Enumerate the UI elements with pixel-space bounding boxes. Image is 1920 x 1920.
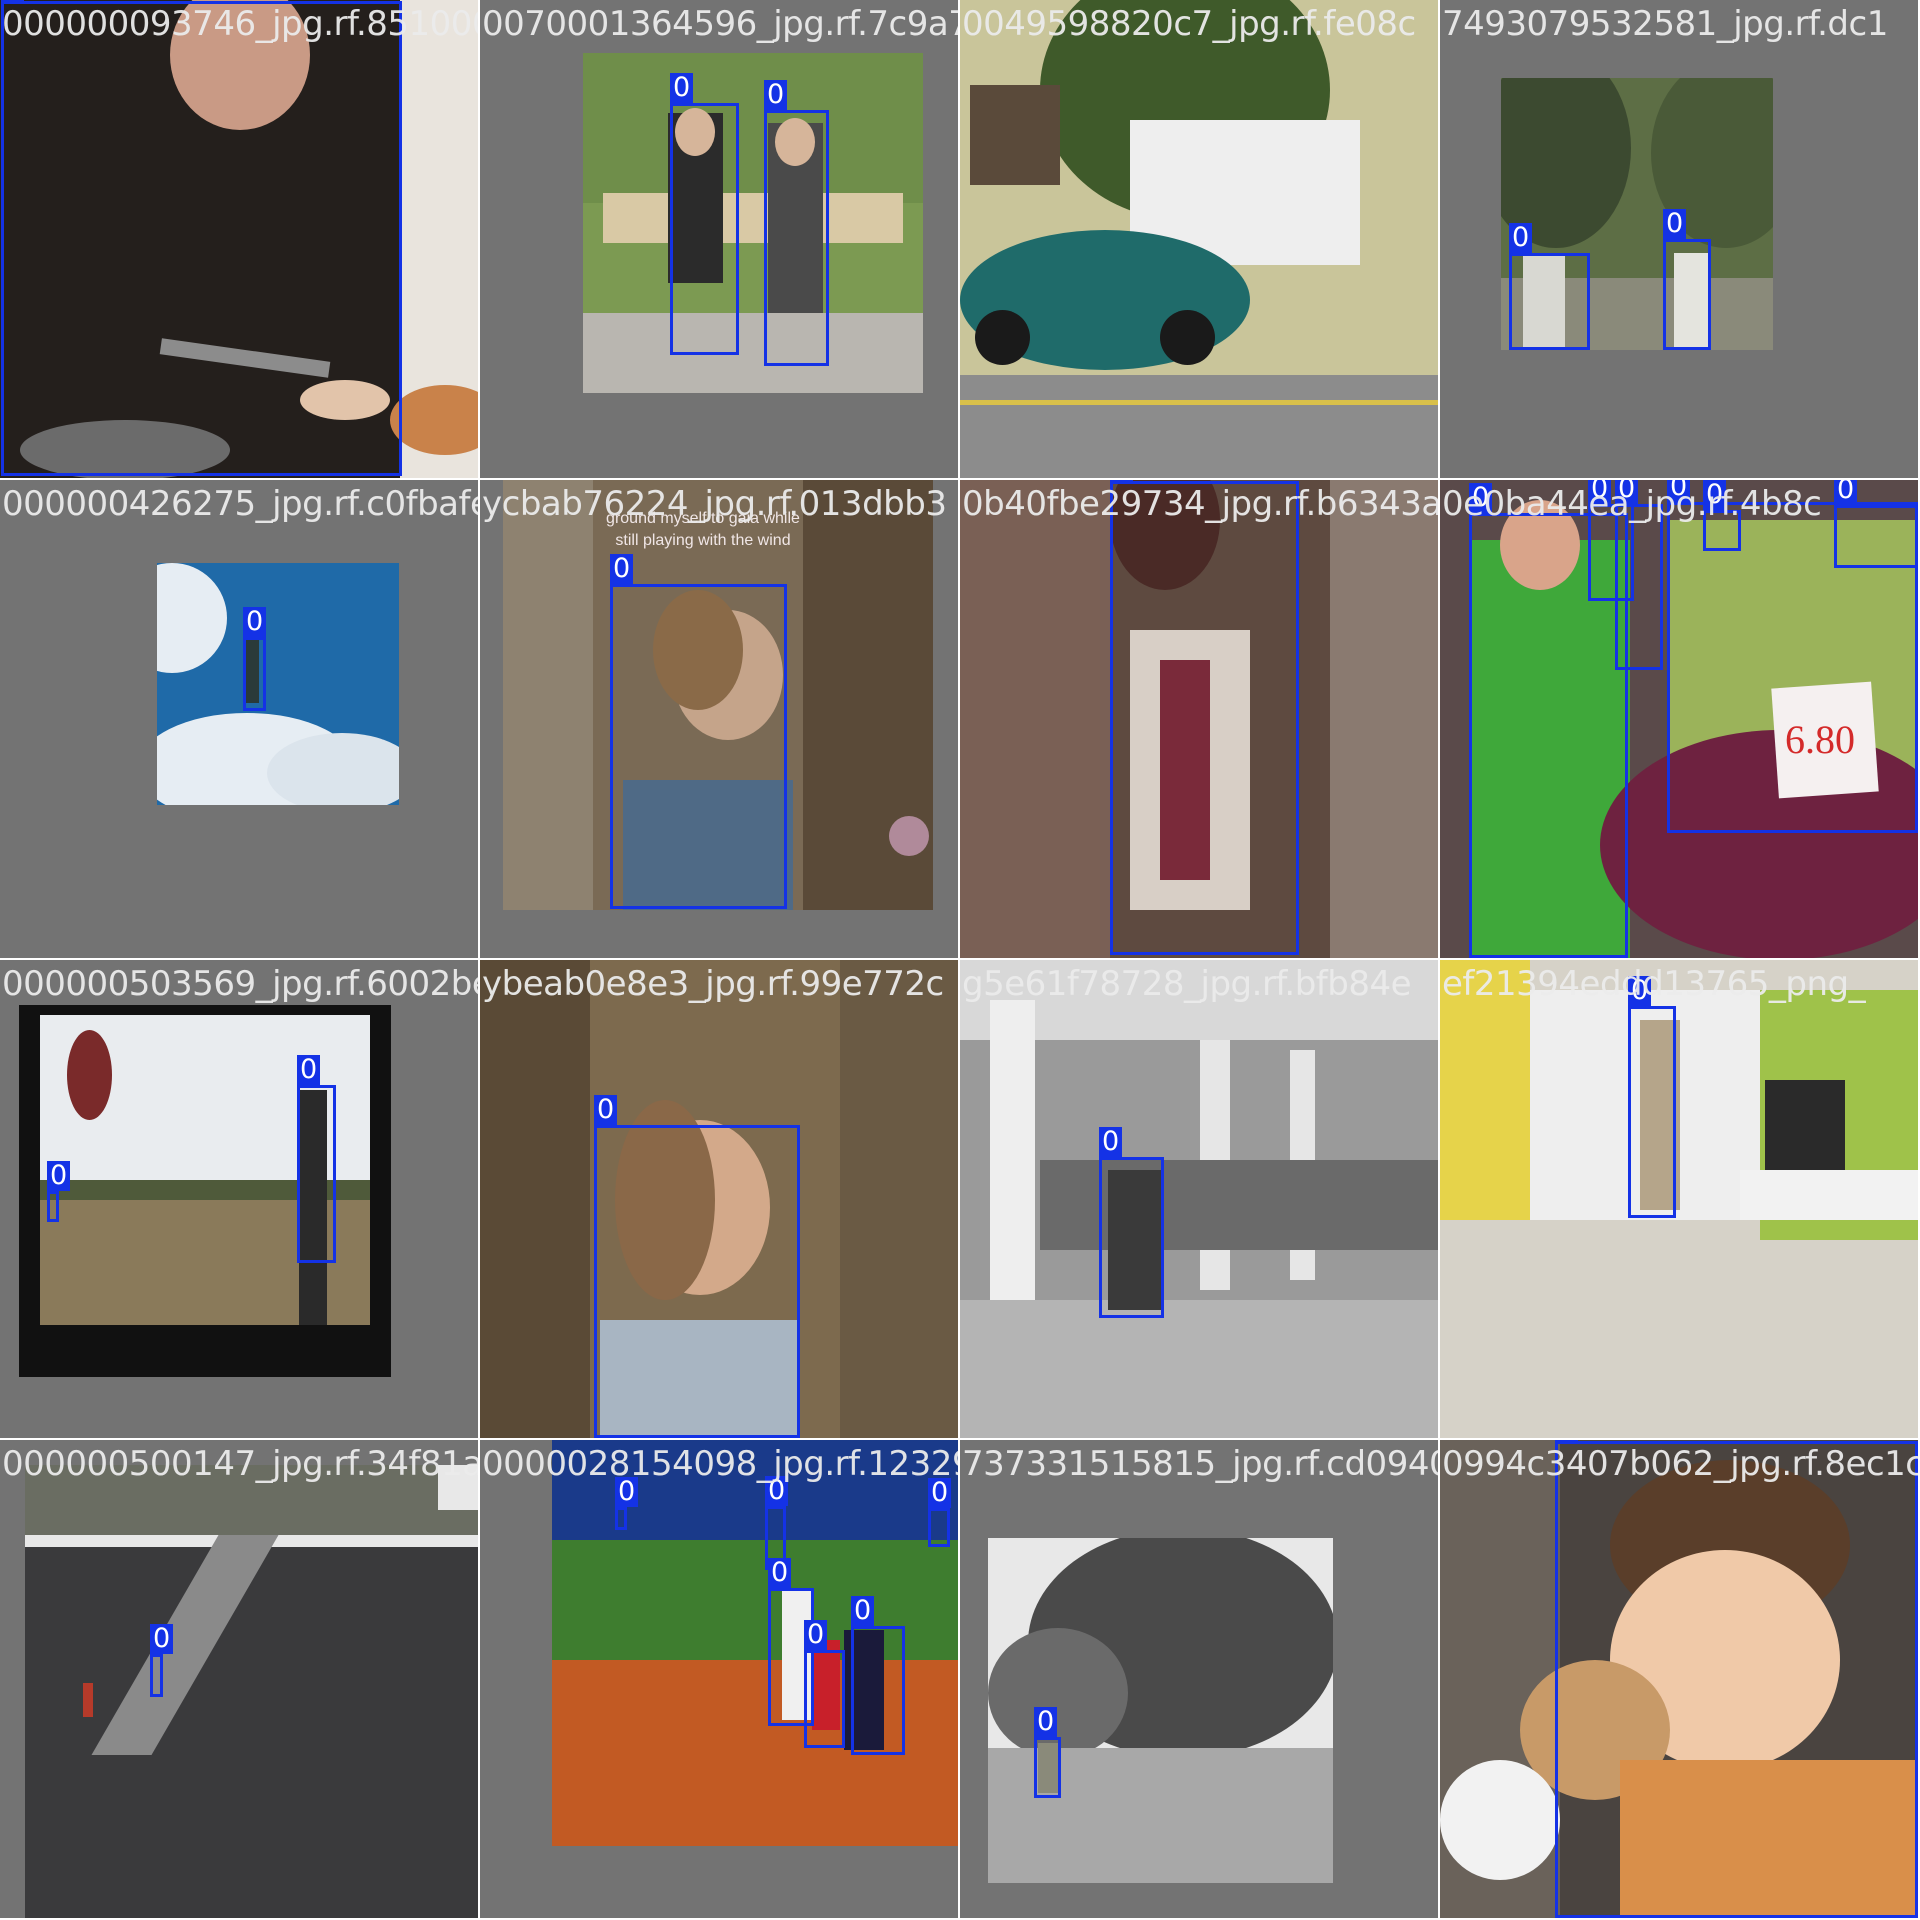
class-label: 0 (594, 1095, 618, 1125)
class-label: 0 (670, 73, 694, 103)
person-bounding-box: 0 (610, 554, 787, 909)
image-filename: 000000500147_jpg.rf.34f81a (2, 1444, 478, 1484)
mosaic-tile: 0049598820c7_jpg.rf.fe08c (960, 0, 1438, 478)
class-label: 0 (47, 1161, 71, 1191)
person-bounding-box: 0 (1, 0, 402, 476)
mosaic-tile: 0 737331515815_jpg.rf.cd0940 (960, 1440, 1438, 1918)
class-label: 0 (1099, 1127, 1123, 1157)
class-label: 0 (764, 80, 788, 110)
image-filename: ybeab0e8e3_jpg.rf.99e772c (482, 964, 944, 1004)
class-label: 0 (1034, 1707, 1058, 1737)
class-label: 0 (851, 1596, 875, 1626)
person-bounding-box: 0 (594, 1095, 800, 1438)
mosaic-tile: 0 0 0 0 0 0 0000028154098_jpg.rf.12329 (480, 1440, 958, 1918)
person-bounding-box: 0 (1034, 1707, 1061, 1798)
person-bounding-box: 0 (928, 1478, 952, 1547)
office-hallway-photo (1440, 960, 1918, 1438)
image-filename: 0994c3407b062_jpg.rf.8ec1c (1442, 1444, 1918, 1484)
mosaic-tile: 0 ybeab0e8e3_jpg.rf.99e772c (480, 960, 958, 1438)
mosaic-tile: 0 0 0070001364596_jpg.rf.7c9a7 (480, 0, 958, 478)
image-filename: 0049598820c7_jpg.rf.fe08c (962, 4, 1416, 44)
person-bounding-box: 0 (1663, 209, 1711, 350)
class-label: 0 (768, 1558, 792, 1588)
mosaic-tile: 0 0 7493079532581_jpg.rf.dc1 (1440, 0, 1918, 478)
person-bounding-box: 0 (1615, 480, 1663, 670)
class-label: 0 (1834, 480, 1858, 505)
person-bounding-box: 0 (851, 1596, 905, 1755)
person-bounding-box: 0 (150, 1624, 174, 1697)
skier-in-sky-photo (157, 563, 399, 805)
person-bounding-box: 0 (1509, 223, 1590, 350)
top-clips-watermark (889, 816, 929, 856)
class-label: 0 (1555, 1440, 1579, 1441)
mosaic-tile: 0 g5e61f78728_jpg.rf.bfb84e (960, 960, 1438, 1438)
person-bounding-box: 0 (764, 80, 829, 366)
person-bounding-box: 0 (1628, 976, 1676, 1218)
porch-walkway-photo (960, 960, 1438, 1438)
image-filename: 000000093746_jpg.rf.8510001 (2, 4, 478, 44)
mosaic-tile: 0 0 000000503569_jpg.rf.6002be (0, 960, 478, 1438)
person-bounding-box: 0 (243, 607, 267, 711)
mosaic-tile: ground myself to gaia while still playin… (480, 480, 958, 958)
mosaic-tile: 0 ef21394eddd13765_png_ (1440, 960, 1918, 1438)
image-filename: 000000503569_jpg.rf.6002be (2, 964, 478, 1004)
image-filename: 0070001364596_jpg.rf.7c9a7 (482, 4, 958, 44)
image-filename: g5e61f78728_jpg.rf.bfb84e (962, 964, 1412, 1004)
green-car-street-photo (960, 0, 1438, 478)
photo-caption-line: still playing with the wind (615, 532, 791, 549)
two-women-on-bench-photo (583, 53, 923, 393)
class-label: 0 (150, 1624, 174, 1654)
person-bounding-box: 0 (670, 73, 739, 355)
image-filename: 0e0ba44ea_jpg.rf.4b8c (1442, 484, 1822, 524)
person-bounding-box: 0 (1834, 480, 1918, 568)
mosaic-tile: 0 000000093746_jpg.rf.8510001 (0, 0, 478, 478)
class-label: 0 (610, 554, 634, 584)
class-label: 0 (297, 1055, 321, 1085)
detection-mosaic: 0 000000093746_jpg.rf.8510001 0 0 007000… (0, 0, 1920, 1920)
class-label: 0 (1110, 480, 1134, 481)
road-crossing-photo (25, 1465, 478, 1918)
person-bounding-box: 0 (297, 1055, 336, 1263)
class-label: 0 (1, 0, 25, 1)
class-label: 0 (1509, 223, 1533, 253)
person-bounding-box: 0 (615, 1477, 639, 1530)
mosaic-tile: 0 0b40fbe29734_jpg.rf.b6343a5 (960, 480, 1438, 958)
person-bounding-box: 0 (1555, 1440, 1918, 1918)
image-filename: 0000028154098_jpg.rf.12329 (482, 1444, 958, 1484)
image-filename: 0b40fbe29734_jpg.rf.b6343a5 (962, 484, 1438, 524)
class-label: 0 (1663, 209, 1687, 239)
person-bounding-box: 0 (1110, 480, 1299, 955)
image-filename: 737331515815_jpg.rf.cd0940 (962, 1444, 1438, 1484)
mosaic-tile: 0 0994c3407b062_jpg.rf.8ec1c (1440, 1440, 1918, 1918)
image-filename: 000000426275_jpg.rf.c0fbafe (2, 484, 478, 524)
class-label: 0 (804, 1620, 828, 1650)
mosaic-tile: 0 000000500147_jpg.rf.34f81a (0, 1440, 478, 1918)
image-filename: 7493079532581_jpg.rf.dc1 (1442, 4, 1888, 44)
person-bounding-box: 0 (47, 1161, 71, 1222)
person-bounding-box: 0 (1099, 1127, 1164, 1318)
mosaic-tile: 0 000000426275_jpg.rf.c0fbafe (0, 480, 478, 958)
mosaic-tile: 6.80 0 0 0 0 0 0 0e0ba44ea_jpg.rf.4b8c (1440, 480, 1918, 958)
image-filename: ycbab76224_jpg.rf.013dbb3 (482, 484, 947, 524)
class-label: 0 (243, 607, 267, 637)
image-filename: ef21394eddd13765_png_ (1442, 964, 1866, 1004)
person-bounding-box: 0 (804, 1620, 845, 1748)
